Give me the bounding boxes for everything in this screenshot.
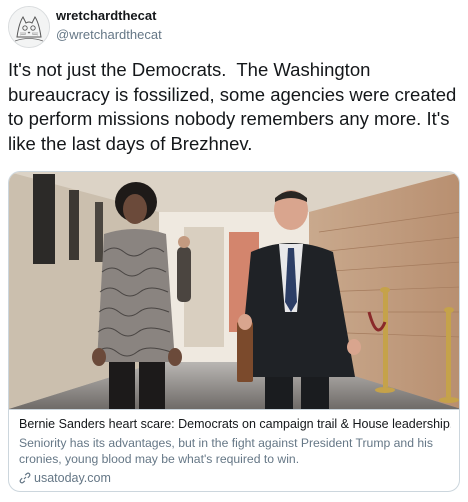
tweet-text: It's not just the Democrats. The Washing… bbox=[8, 59, 462, 154]
card-photo[interactable] bbox=[9, 172, 460, 409]
avatar[interactable] bbox=[8, 6, 50, 48]
card-domain[interactable]: usatoday.com bbox=[19, 470, 451, 486]
card-domain-text[interactable]: usatoday.com bbox=[34, 470, 111, 486]
cat-avatar-icon bbox=[9, 7, 49, 47]
card-title[interactable]: Bernie Sanders heart scare: Democrats on… bbox=[19, 416, 451, 432]
card-description: Seniority has its advantages, but in the… bbox=[19, 436, 433, 466]
display-name[interactable]: wretchardthecat bbox=[56, 8, 156, 23]
user-handle[interactable]: @wretchardthecat bbox=[56, 27, 162, 42]
card-body[interactable]: Bernie Sanders heart scare: Democrats on… bbox=[9, 409, 459, 491]
link-card[interactable]: Bernie Sanders heart scare: Democrats on… bbox=[8, 171, 460, 492]
link-icon bbox=[19, 472, 31, 484]
tweet: wretchardthecat @wretchardthecat It's no… bbox=[0, 0, 468, 502]
